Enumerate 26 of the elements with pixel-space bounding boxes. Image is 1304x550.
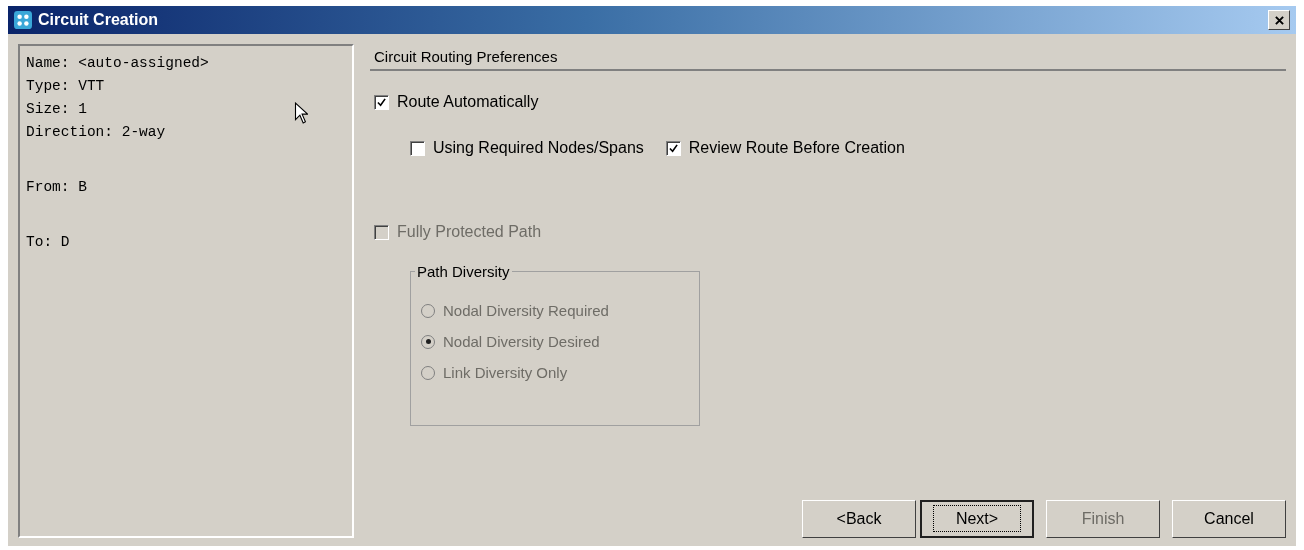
close-button[interactable] (1268, 10, 1290, 30)
mouse-cursor-icon (294, 102, 308, 124)
checkbox-label: Route Automatically (397, 93, 539, 111)
close-icon (1274, 15, 1284, 25)
checkbox-box (665, 140, 681, 156)
wizard-button[interactable]: Cancel (1172, 500, 1286, 538)
section-heading: Circuit Routing Preferences (370, 44, 1286, 71)
checkbox-box (374, 94, 389, 110)
summary-line: To: D (26, 233, 70, 252)
summary-line: Name: <auto-assigned> (26, 54, 209, 73)
radio-label: Nodal Diversity Required (443, 302, 609, 319)
summary-line: Size: 1 (26, 100, 87, 119)
checkbox-label: Fully Protected Path (397, 223, 542, 241)
checkbox-box (374, 224, 389, 240)
app-icon (14, 11, 32, 29)
group-title: Path Diversity (415, 263, 512, 280)
wizard-button[interactable]: <Back (802, 500, 916, 538)
summary-line: Type: VTT (26, 77, 105, 96)
radio-label: Link Diversity Only (443, 364, 568, 381)
summary-line: From: B (26, 178, 87, 197)
window-title: Circuit Creation (38, 11, 158, 29)
radio-label: Nodal Diversity Desired (443, 333, 600, 350)
checkbox[interactable]: Route Automatically (374, 93, 1286, 111)
summary-line: Direction: 2-way (26, 123, 166, 142)
checkbox-box (410, 140, 425, 156)
wizard-button[interactable]: Next> (920, 500, 1034, 538)
